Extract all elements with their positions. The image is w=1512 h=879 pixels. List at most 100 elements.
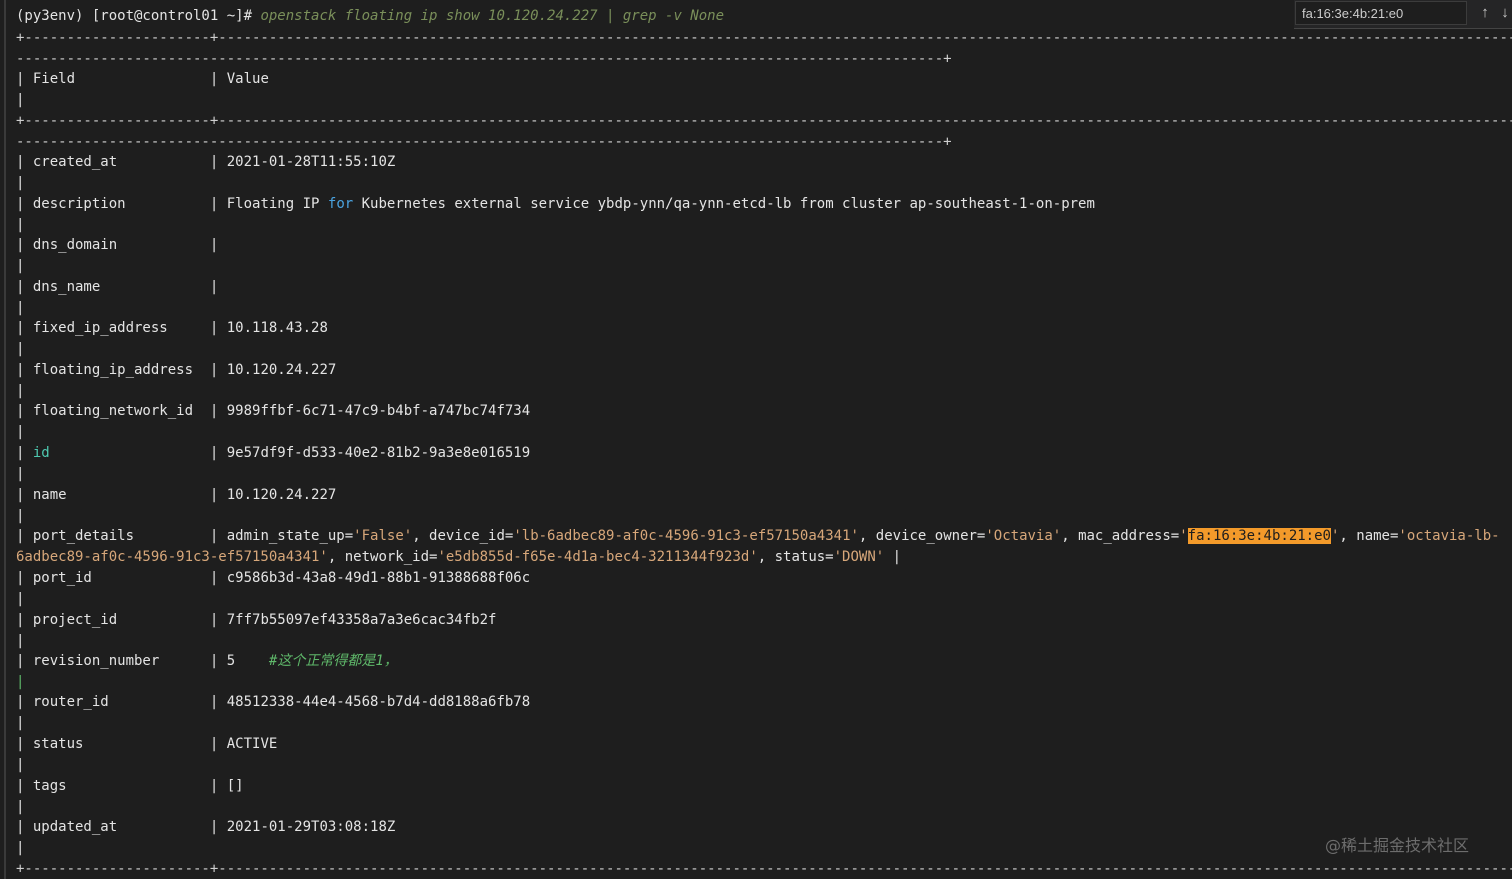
table-border-bottom: +----------------------+----------------… xyxy=(16,861,1512,877)
table-row: | updated_at | 2021-01-29T03:08:18Z xyxy=(16,819,396,835)
wrap-pipe: | xyxy=(16,217,25,233)
prompt-user: (py3env) [root@control01 ~]# xyxy=(16,8,261,24)
table-row: | floating_ip_address | 10.120.24.227 xyxy=(16,362,337,378)
port-detail-value: 'lb-6adbec89-af0c-4596-91c3-ef57150a4341… xyxy=(513,528,859,544)
wrap-pipe: | xyxy=(16,424,25,440)
table-row: | dns_domain | xyxy=(16,237,219,253)
row-field: revision_number xyxy=(32,653,160,669)
prompt-line: (py3env) [root@control01 ~]# openstack f… xyxy=(16,6,724,26)
row-field: status xyxy=(32,736,84,752)
port-detail-key: , device_owner= xyxy=(858,528,986,544)
wrap-pipe: | xyxy=(16,840,25,856)
row-field: created_at xyxy=(32,154,118,170)
watermark: @稀土掘金技术社区 xyxy=(1325,836,1470,855)
wrap-pipe: | xyxy=(16,92,25,108)
row-value: 2021-01-28T11:55:10Z xyxy=(226,154,396,170)
wrap-pipe: | xyxy=(16,799,25,815)
terminal-window[interactable]: (py3env) [root@control01 ~]# openstack f… xyxy=(0,0,1512,879)
table-row: | tags | [] xyxy=(16,778,244,794)
arrow-down-icon: ↓ xyxy=(1501,4,1509,21)
row-field: floating_network_id xyxy=(32,403,194,419)
row-value: 9989ffbf-6c71-47c9-b4bf-a747bc74f734 xyxy=(226,403,531,419)
row-field: port_details xyxy=(32,528,135,544)
table-row: | dns_name | xyxy=(16,279,219,295)
table-row: | name | 10.120.24.227 xyxy=(16,487,337,503)
port-detail-value: 'False' xyxy=(353,528,413,544)
wrap-pipe: | xyxy=(16,757,25,773)
find-next-button[interactable]: ↓ xyxy=(1496,3,1512,23)
row-field: tags xyxy=(32,778,67,794)
table-border-wrap: ----------------------------------------… xyxy=(16,51,952,67)
prompt-command: openstack floating ip show 10.120.24.227… xyxy=(260,8,725,24)
table-border-mid: +----------------------+----------------… xyxy=(16,113,1512,129)
row-field: dns_domain xyxy=(32,237,118,253)
port-detail-value: 6adbec89-af0c-4596-91c3-ef57150a4341' xyxy=(16,549,328,565)
desc-text: Kubernetes external service ybdp-ynn/qa-… xyxy=(353,196,1095,212)
header-field: Field xyxy=(32,71,76,87)
table-row: | status | ACTIVE xyxy=(16,736,278,752)
row-value: c9586b3d-43a8-49d1-88b1-91388688f06c xyxy=(226,570,531,586)
port-detail-key: , mac_address= xyxy=(1061,528,1180,544)
wrap-pipe: | xyxy=(16,466,25,482)
desc-keyword: for xyxy=(327,196,354,212)
table-row: | project_id | 7ff7b55097ef43358a7a3e6ca… xyxy=(16,612,497,628)
wrap-pipe: | xyxy=(16,175,25,191)
port-detail-value: 'Octavia' xyxy=(985,528,1062,544)
row-field: dns_name xyxy=(32,279,101,295)
table-header: | Field | Value xyxy=(16,71,269,87)
row-value: 7ff7b55097ef43358a7a3e6cac34fb2f xyxy=(226,612,497,628)
row-field: fixed_ip_address xyxy=(32,320,168,336)
wrap-pipe: | xyxy=(16,383,25,399)
find-widget: ↑ ↓ xyxy=(1294,0,1512,29)
header-value: Value xyxy=(226,71,269,87)
table-row: | created_at | 2021-01-28T11:55:10Z xyxy=(16,154,396,170)
row-field: floating_ip_address xyxy=(32,362,194,378)
find-input[interactable] xyxy=(1295,1,1467,25)
row-value: 5 xyxy=(226,653,236,669)
table-row: | revision_number | 5 #这个正常得都是1， xyxy=(16,653,398,669)
port-detail-key: , network_id= xyxy=(327,549,438,565)
wrap-pipe: | xyxy=(16,591,25,607)
row-field: router_id xyxy=(32,694,109,710)
port-detail-key: , device_id= xyxy=(412,528,514,544)
row-field: updated_at xyxy=(32,819,118,835)
row-value: ACTIVE xyxy=(226,736,278,752)
wrap-pipe: | xyxy=(16,300,25,316)
row-field: description xyxy=(32,196,126,212)
port-detail-value: 'e5db855d-f65e-4d1a-bec4-3211344f923d' xyxy=(437,549,758,565)
row-value: 10.118.43.28 xyxy=(226,320,328,336)
port-detail-key: , name= xyxy=(1339,528,1399,544)
arrow-up-icon: ↑ xyxy=(1481,4,1489,21)
row-value: 10.120.24.227 xyxy=(226,362,337,378)
table-row: | router_id | 48512338-44e4-4568-b7d4-dd… xyxy=(16,694,531,710)
row-field: name xyxy=(32,487,67,503)
wrap-pipe: | xyxy=(16,508,25,524)
table-row: | floating_network_id | 9989ffbf-6c71-47… xyxy=(16,403,531,419)
row-value: 48512338-44e4-4568-b7d4-dd8188a6fb78 xyxy=(226,694,531,710)
table-row: | port_details | admin_state_up='False',… xyxy=(16,528,1500,544)
port-details-wrap: 6adbec89-af0c-4596-91c3-ef57150a4341', n… xyxy=(16,547,901,567)
port-detail-value: 'octavia-lb- xyxy=(1398,528,1500,544)
revision-comment: #这个正常得都是1， xyxy=(268,653,398,669)
wrap-pipe: | xyxy=(16,633,25,649)
table-row: | id | 9e57df9f-d533-40e2-81b2-9a3e8e016… xyxy=(16,445,531,461)
table-border-mid-wrap: ----------------------------------------… xyxy=(16,134,952,150)
row-value: [] xyxy=(226,778,244,794)
table-row: | description | Floating IP for Kubernet… xyxy=(16,196,1095,212)
table-border-top: +----------------------+----------------… xyxy=(16,30,1512,46)
port-detail-value: 'DOWN' xyxy=(833,549,885,565)
row-value: 10.120.24.227 xyxy=(226,487,337,503)
wrap-pipe: | xyxy=(16,674,25,690)
table-row: | port_id | c9586b3d-43a8-49d1-88b1-9138… xyxy=(16,570,531,586)
wrap-pipe: | xyxy=(16,341,25,357)
row-field: project_id xyxy=(32,612,118,628)
desc-text: Floating IP xyxy=(226,196,328,212)
port-detail-key: admin_state_up= xyxy=(226,528,354,544)
port-detail-key: | xyxy=(884,549,902,565)
wrap-pipe: | xyxy=(16,258,25,274)
description-value: Floating IP for Kubernetes external serv… xyxy=(227,196,1095,212)
row-value: 2021-01-29T03:08:18Z xyxy=(226,819,396,835)
row-field: port_id xyxy=(32,570,92,586)
port-detail-key: , status= xyxy=(757,549,834,565)
find-previous-button[interactable]: ↑ xyxy=(1476,3,1494,23)
